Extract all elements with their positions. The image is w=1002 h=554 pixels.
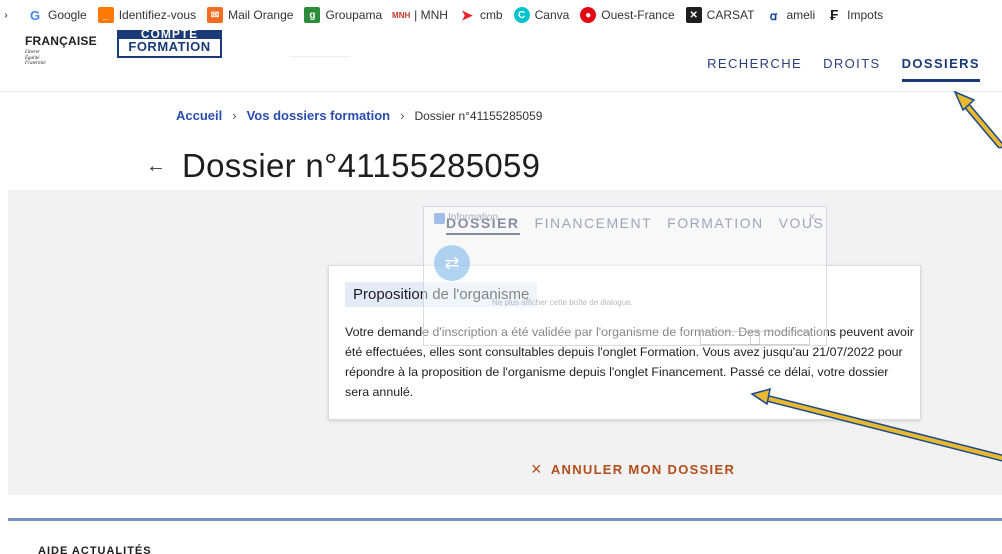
bookmark-identifiez-vous[interactable]: _ Identifiez-vous bbox=[97, 7, 197, 23]
bookmark-label: Identifiez-vous bbox=[118, 8, 197, 22]
bookmark-label: CARSAT bbox=[706, 8, 755, 22]
bookmark-impots[interactable]: ₣ Impots bbox=[826, 6, 884, 24]
chevron-right-icon: › bbox=[232, 108, 237, 123]
close-icon[interactable]: × bbox=[808, 209, 816, 224]
breadcrumb: Accueil › Vos dossiers formation › Dossi… bbox=[176, 108, 542, 123]
annotation-arrow bbox=[960, 98, 1002, 147]
logo-top-text: COMPTE bbox=[119, 30, 220, 39]
breadcrumb-section[interactable]: Vos dossiers formation bbox=[247, 108, 391, 123]
breadcrumb-current: Dossier n°41155285059 bbox=[414, 108, 543, 123]
annotation-arrow bbox=[958, 96, 1002, 149]
ouest-france-icon: ● bbox=[580, 7, 597, 23]
page-root: › G Google _ Identifiez-vous ✉ Mail Orange … bbox=[0, 0, 1002, 554]
logo-bottom-text: FORMATION bbox=[128, 39, 211, 54]
teamviewer-icon: ⇄ bbox=[434, 245, 470, 281]
main-nav: RECHERCHE DROITS DOSSIERS bbox=[707, 56, 980, 82]
bookmark-label: Impots bbox=[847, 8, 884, 22]
cancel-label: ANNULER MON DOSSIER bbox=[550, 462, 736, 477]
cancel-dossier-button[interactable]: × ANNULER MON DOSSIER bbox=[531, 459, 735, 480]
site-header: FRANÇAISE Liberté Égalité Fraternité COM… bbox=[0, 30, 1002, 92]
page-title: Dossier n°41155285059 bbox=[182, 147, 541, 184]
nav-dossiers[interactable]: DOSSIERS bbox=[901, 56, 980, 82]
bookmarks-bar: › G Google _ Identifiez-vous ✉ Mail Orange … bbox=[0, 0, 1002, 30]
page-title-row: ← Dossier n°41155285059 bbox=[146, 147, 540, 185]
divider bbox=[290, 56, 350, 57]
bookmark-ameli[interactable]: ꭤ ameli bbox=[765, 7, 815, 23]
orange-icon: _ bbox=[97, 7, 114, 23]
motto-line: Fraternité bbox=[25, 61, 46, 66]
footer-divider bbox=[8, 518, 1002, 521]
nav-recherche[interactable]: RECHERCHE bbox=[707, 56, 802, 82]
ameli-icon: ꭤ bbox=[769, 8, 778, 23]
impots-icon: ₣ bbox=[829, 6, 839, 24]
bookmark-label: | MNH bbox=[414, 8, 448, 22]
republique-label: FRANÇAISE bbox=[25, 34, 97, 48]
bookmark-label: Google bbox=[48, 8, 87, 22]
overlay-title: Information bbox=[448, 212, 499, 223]
bookmark-carsat[interactable]: ✕ CARSAT bbox=[685, 7, 755, 23]
bookmark-ouest-france[interactable]: ● Ouest-France bbox=[580, 7, 675, 23]
nav-droits[interactable]: DROITS bbox=[823, 56, 881, 82]
bookmark-label: Mail Orange bbox=[228, 8, 294, 22]
breadcrumb-home[interactable]: Accueil bbox=[176, 108, 222, 123]
bookmark-label: cmb bbox=[479, 8, 503, 22]
footer-links[interactable]: AIDE ACTUALITÉS bbox=[38, 545, 152, 554]
close-icon: × bbox=[531, 459, 543, 479]
bookmark-mnh[interactable]: MNH | MNH bbox=[392, 7, 448, 23]
bookmark-cmb[interactable]: ➤ cmb bbox=[459, 7, 503, 23]
back-arrow-icon[interactable]: ← bbox=[146, 155, 166, 178]
bookmark-google[interactable]: G Google bbox=[27, 7, 87, 23]
bookmark-canva[interactable]: C Canva bbox=[513, 7, 570, 23]
mnh-icon: MNH bbox=[392, 10, 411, 20]
carsat-icon: ✕ bbox=[685, 7, 702, 23]
republique-francaise-logo[interactable]: FRANÇAISE Liberté Égalité Fraternité bbox=[25, 35, 97, 67]
teamviewer-overlay[interactable]: Information ⇄ Ne plus afficher cette boî… bbox=[423, 206, 827, 346]
arrow-head-icon bbox=[953, 90, 976, 112]
compte-formation-logo[interactable]: COMPTE FORMATION bbox=[117, 30, 222, 58]
bookmark-label: Groupama bbox=[325, 8, 383, 22]
bookmark-label: ameli bbox=[786, 8, 816, 22]
groupama-icon: g bbox=[304, 7, 321, 23]
motto: Liberté Égalité Fraternité bbox=[25, 50, 97, 67]
cmb-icon: ➤ bbox=[461, 6, 473, 23]
bookmark-mail-orange[interactable]: ✉ Mail Orange bbox=[207, 7, 293, 23]
bookmark-overflow[interactable]: › bbox=[2, 7, 16, 23]
teamviewer-small-icon bbox=[434, 213, 445, 224]
chevron-icon: › bbox=[4, 9, 8, 21]
bookmark-label: Ouest-France bbox=[601, 8, 675, 22]
bookmark-groupama[interactable]: g Groupama bbox=[304, 7, 382, 23]
google-icon: G bbox=[29, 7, 41, 23]
overlay-checkbox-label[interactable]: Ne plus afficher cette boîte de dialogue… bbox=[492, 298, 633, 307]
overlay-button[interactable] bbox=[750, 331, 810, 345]
mail-icon: ✉ bbox=[207, 7, 224, 23]
bookmark-label: Canva bbox=[534, 8, 570, 22]
canva-icon: C bbox=[513, 7, 530, 23]
chevron-right-icon: › bbox=[400, 108, 405, 123]
